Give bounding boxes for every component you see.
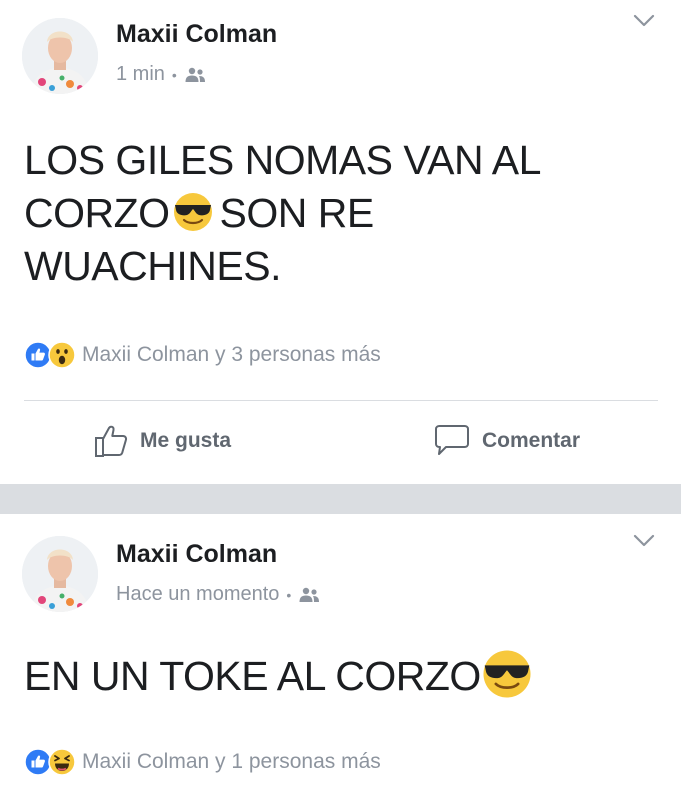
post-meta: 1 min • bbox=[116, 63, 206, 86]
post-time[interactable]: 1 min bbox=[116, 63, 165, 86]
sunglasses-emoji-icon bbox=[173, 193, 212, 231]
meta-dot: • bbox=[171, 66, 177, 83]
post-text-line-2: CORZO SON RE bbox=[24, 187, 644, 240]
comment-bubble-icon bbox=[435, 425, 469, 455]
meta-dot: • bbox=[286, 586, 292, 603]
wow-reaction-icon bbox=[48, 341, 76, 369]
friends-audience-icon bbox=[185, 67, 205, 82]
divider bbox=[24, 400, 658, 401]
like-button-label: Me gusta bbox=[140, 429, 232, 452]
post-text-segment: CORZO bbox=[24, 190, 170, 236]
post-text-line: WUACHINES. bbox=[24, 243, 281, 289]
chevron-down-icon[interactable] bbox=[633, 14, 655, 28]
reactions-summary[interactable]: Maxii Colman y 1 personas más bbox=[24, 748, 381, 776]
post-text: EN UN TOKE AL CORZO bbox=[24, 648, 664, 703]
post-text: LOS GILES NOMAS VAN AL CORZO SON RE WUAC… bbox=[24, 134, 644, 293]
feed-separator bbox=[0, 484, 681, 514]
chevron-down-icon[interactable] bbox=[633, 534, 655, 548]
post-time[interactable]: Hace un momento bbox=[116, 583, 279, 606]
comment-button-label: Comentar bbox=[482, 429, 581, 452]
post-meta: Hace un momento • bbox=[116, 583, 320, 606]
author-avatar[interactable] bbox=[22, 18, 98, 94]
author-avatar[interactable] bbox=[22, 536, 98, 612]
post-text-segment: EN UN TOKE AL CORZO bbox=[24, 653, 481, 699]
friends-audience-icon bbox=[299, 587, 320, 602]
like-button[interactable]: Me gusta bbox=[94, 424, 231, 458]
reactions-text[interactable]: Maxii Colman y 1 personas más bbox=[82, 750, 381, 774]
post-2: Maxii Colman Hace un momento • EN UN TOK… bbox=[0, 514, 681, 791]
reactions-summary[interactable]: Maxii Colman y 3 personas más bbox=[24, 341, 381, 369]
comment-button[interactable]: Comentar bbox=[432, 424, 580, 458]
post-1: Maxii Colman 1 min • LOS GILES NOMAS VAN… bbox=[0, 0, 681, 484]
author-name[interactable]: Maxii Colman bbox=[116, 540, 277, 569]
post-text-segment: SON RE bbox=[219, 190, 375, 236]
reactions-text[interactable]: Maxii Colman y 3 personas más bbox=[82, 343, 381, 367]
sunglasses-emoji-icon bbox=[483, 650, 531, 698]
post-text-line: LOS GILES NOMAS VAN AL bbox=[24, 137, 541, 183]
haha-reaction-icon bbox=[48, 748, 76, 776]
thumbs-up-icon bbox=[95, 425, 128, 457]
author-name[interactable]: Maxii Colman bbox=[116, 20, 277, 49]
